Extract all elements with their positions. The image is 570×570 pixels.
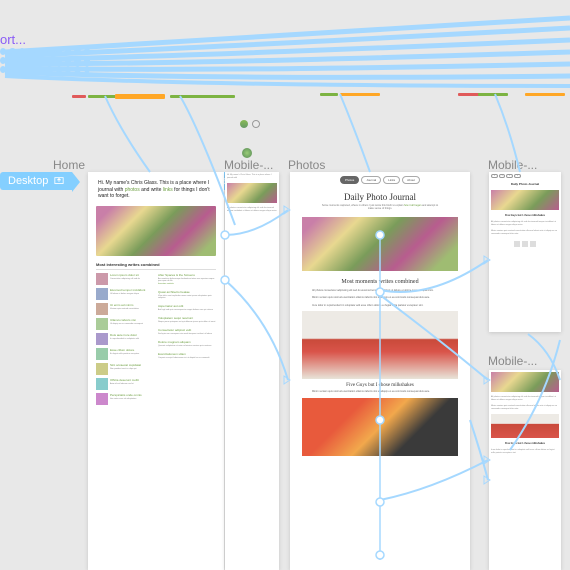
list-item[interactable]: Quasi architecto beataeVitae dicta sunt … bbox=[158, 290, 216, 299]
thumbnail bbox=[96, 363, 108, 375]
thumbnail bbox=[96, 303, 108, 315]
section-heading: Most moments writes combined bbox=[290, 279, 470, 285]
dot-grid bbox=[0, 48, 90, 78]
viewport-tag-label: Desktop bbox=[8, 175, 48, 187]
list-item[interactable]: After Spaces & the ScreensAccusantium do… bbox=[158, 273, 216, 285]
nav-tabs: PhotosJournalLinksAbout bbox=[290, 172, 470, 188]
thumbnail bbox=[96, 393, 108, 405]
hero-image bbox=[491, 372, 559, 392]
frame-mobile2[interactable]: •••• Daily Photo Journal Five Guys but I… bbox=[489, 172, 561, 332]
nav-tab[interactable]: Journal bbox=[361, 176, 381, 184]
photo-image bbox=[302, 398, 458, 456]
thumbnail bbox=[96, 318, 108, 330]
frame-mobile3[interactable]: All photos consectetur adipiscing elit s… bbox=[489, 370, 561, 570]
body-text: All photos consectetur adipiscing elit s… bbox=[225, 205, 279, 545]
list-item[interactable]: Perspiciatis unde omnisIste natus error … bbox=[96, 393, 154, 405]
nav-icons bbox=[491, 239, 559, 249]
list-item[interactable]: Lorem ipsum dolor sitConsectetur adipisc… bbox=[96, 273, 154, 285]
color-bar bbox=[320, 93, 338, 96]
list-item[interactable]: Voluptatem sequi nesciuntNeque porro qui… bbox=[158, 316, 216, 323]
nav-tab[interactable]: Links bbox=[383, 176, 400, 184]
frame-photos[interactable]: PhotosJournalLinksAbout Daily Photo Jour… bbox=[290, 172, 470, 570]
color-bar bbox=[72, 95, 86, 98]
page-title: Daily Photo Journal bbox=[489, 180, 561, 188]
subtitle: Some moments captured, where in others I… bbox=[290, 204, 470, 215]
list-item[interactable]: Eiusmod tempor incididuntUt labore et do… bbox=[96, 288, 154, 300]
list-item[interactable]: Aspernatur aut oditAut fugit sed quia co… bbox=[158, 304, 216, 311]
paragraph: Irure dolor in reprehenderit in voluptat… bbox=[290, 304, 470, 308]
hero-image bbox=[227, 183, 277, 203]
paragraph: All photos consectetur adipiscing elit s… bbox=[290, 289, 470, 293]
port-label: ort... bbox=[0, 32, 26, 47]
nav-tab[interactable]: About bbox=[402, 176, 420, 184]
intro-text: Hi. My name's Chris Glass. This is a pla… bbox=[88, 172, 224, 206]
color-bar bbox=[88, 95, 116, 98]
thumbnail bbox=[96, 273, 108, 285]
list-item[interactable]: Duis aute irure dolorIn reprehenderit in… bbox=[96, 333, 154, 345]
list-item[interactable]: Consectetur adipisci velitSed quia non n… bbox=[158, 328, 216, 335]
frame-label-mobile1[interactable]: Mobile-... bbox=[224, 158, 273, 172]
list-item[interactable]: Ut enim ad minimVeniam quis nostrud exer… bbox=[96, 303, 154, 315]
frame-home[interactable]: Hi. My name's Chris Glass. This is a pla… bbox=[88, 172, 224, 570]
nav-tab[interactable]: Photos bbox=[340, 176, 359, 184]
list-item[interactable]: Exercitationem ullamCorporis suscipit la… bbox=[158, 352, 216, 359]
frame-label-home[interactable]: Home bbox=[53, 158, 85, 172]
frame-label-photos[interactable]: Photos bbox=[288, 158, 325, 172]
hero-image bbox=[491, 190, 559, 210]
frame-label-mobile3[interactable]: Mobile-... bbox=[488, 354, 537, 368]
paragraph: Minim veniam quis nostrud exercitation u… bbox=[290, 390, 470, 394]
list-item[interactable]: Officia deserunt mollitAnim id est labor… bbox=[96, 378, 154, 390]
design-canvas[interactable]: ort... Home Mobile-... Photos Mobile-...… bbox=[0, 0, 570, 570]
export-icon bbox=[54, 176, 64, 186]
color-bar bbox=[170, 95, 235, 98]
photo-image bbox=[491, 414, 559, 438]
color-bar bbox=[340, 93, 380, 96]
list-item[interactable]: Ullamco laboris nisiUt aliquip ex ea com… bbox=[96, 318, 154, 330]
hero-image bbox=[302, 217, 458, 271]
frame-mobile1[interactable]: Hi. My name's Chris Glass. This is a pla… bbox=[225, 172, 279, 570]
color-bar bbox=[458, 93, 480, 96]
color-bar bbox=[525, 93, 565, 96]
thumbnail bbox=[96, 378, 108, 390]
node-dot bbox=[252, 120, 260, 128]
list-item[interactable]: Sint occaecat cupidatatNon proident sunt… bbox=[96, 363, 154, 375]
color-bar bbox=[478, 93, 508, 96]
photo-caption: Five Guys but I chose milkshakes bbox=[290, 383, 470, 388]
paragraph: Minim veniam quis nostrud exercitation u… bbox=[290, 296, 470, 300]
page-title: Daily Photo Journal bbox=[290, 188, 470, 204]
list-item[interactable]: Esse cillum doloreEu fugiat nulla pariat… bbox=[96, 348, 154, 360]
color-bar bbox=[115, 94, 165, 99]
thumbnail bbox=[96, 288, 108, 300]
thumbnail bbox=[96, 333, 108, 345]
intro-text: Hi. My name's Chris Glass. This is a pla… bbox=[225, 172, 279, 181]
photo-caption: Five Guys but I chose milkshakes bbox=[489, 212, 561, 219]
viewport-tag-desktop[interactable]: Desktop bbox=[0, 172, 72, 190]
connector-layer bbox=[0, 0, 570, 570]
hero-image bbox=[96, 206, 216, 256]
thumbnail bbox=[96, 348, 108, 360]
node-dot bbox=[240, 120, 248, 128]
section-heading: Most interesting writes combined bbox=[96, 262, 216, 270]
node-dot bbox=[242, 148, 252, 158]
photo-image bbox=[302, 311, 458, 379]
frame-label-mobile2[interactable]: Mobile-... bbox=[488, 158, 537, 172]
list-item[interactable]: Dolore magnam aliquamQuaerat voluptatem … bbox=[158, 340, 216, 347]
